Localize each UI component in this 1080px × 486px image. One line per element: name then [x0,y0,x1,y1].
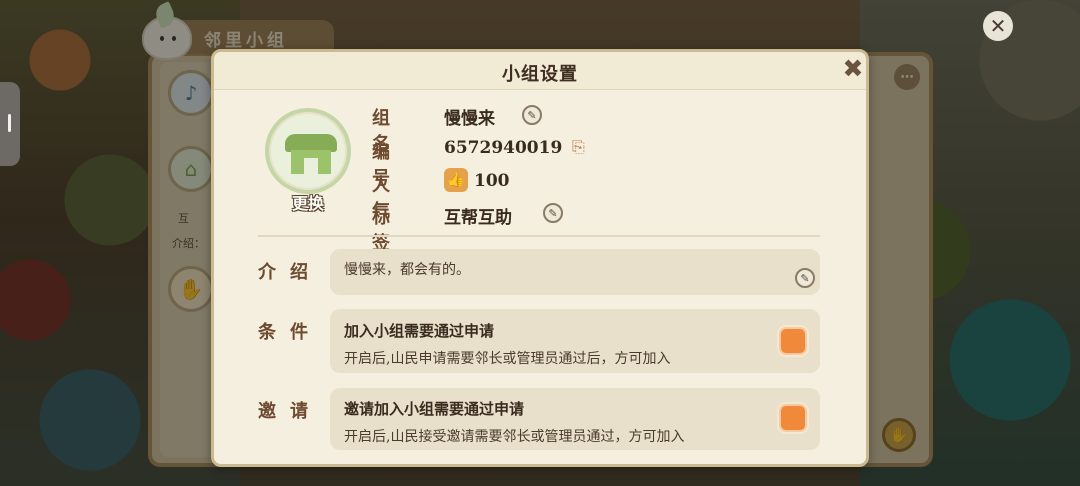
intro-label: 介绍 [258,262,322,283]
invite-description: 开启后,山民接受邀请需要邻长或管理员通过，方可加入 [344,429,685,445]
dialog-header: 小组设置 [214,52,866,90]
tag-label: 标签 [372,207,404,254]
dialog-title: 小组设置 [502,64,578,85]
edit-tag-icon[interactable]: ✎ [543,203,563,223]
intro-text: 慢慢来，都会有的。 [344,262,470,278]
tag-value: 互帮互助 [444,208,512,228]
close-icon[interactable]: ✕ [983,11,1013,41]
divider [258,235,820,237]
change-avatar-button[interactable]: 更换 [280,190,336,214]
condition-title: 加入小组需要通过申请 [344,322,495,340]
condition-toggle[interactable] [779,327,807,355]
group-avatar[interactable] [265,108,351,194]
invite-toggle[interactable] [779,404,807,432]
group-name-value: 慢慢来 [444,109,495,129]
edit-name-icon[interactable]: ✎ [522,105,542,125]
condition-label: 条件 [258,322,322,343]
invite-title: 邀请加入小组需要通过申请 [344,400,525,418]
thumbs-up-icon: 👍 [444,168,468,192]
hut-icon [285,134,337,176]
side-drawer-handle[interactable] [0,82,20,166]
copy-icon[interactable]: ⎘ [572,138,588,156]
invite-label: 邀请 [258,401,322,422]
edit-intro-icon[interactable]: ✎ [795,268,815,288]
popularity-value: 100 [474,171,510,191]
dialog-close-icon[interactable]: ✖ [840,55,866,81]
group-id-value: 6572940019 [444,138,563,158]
condition-description: 开启后,山民申请需要邻长或管理员通过后，方可加入 [344,351,671,367]
